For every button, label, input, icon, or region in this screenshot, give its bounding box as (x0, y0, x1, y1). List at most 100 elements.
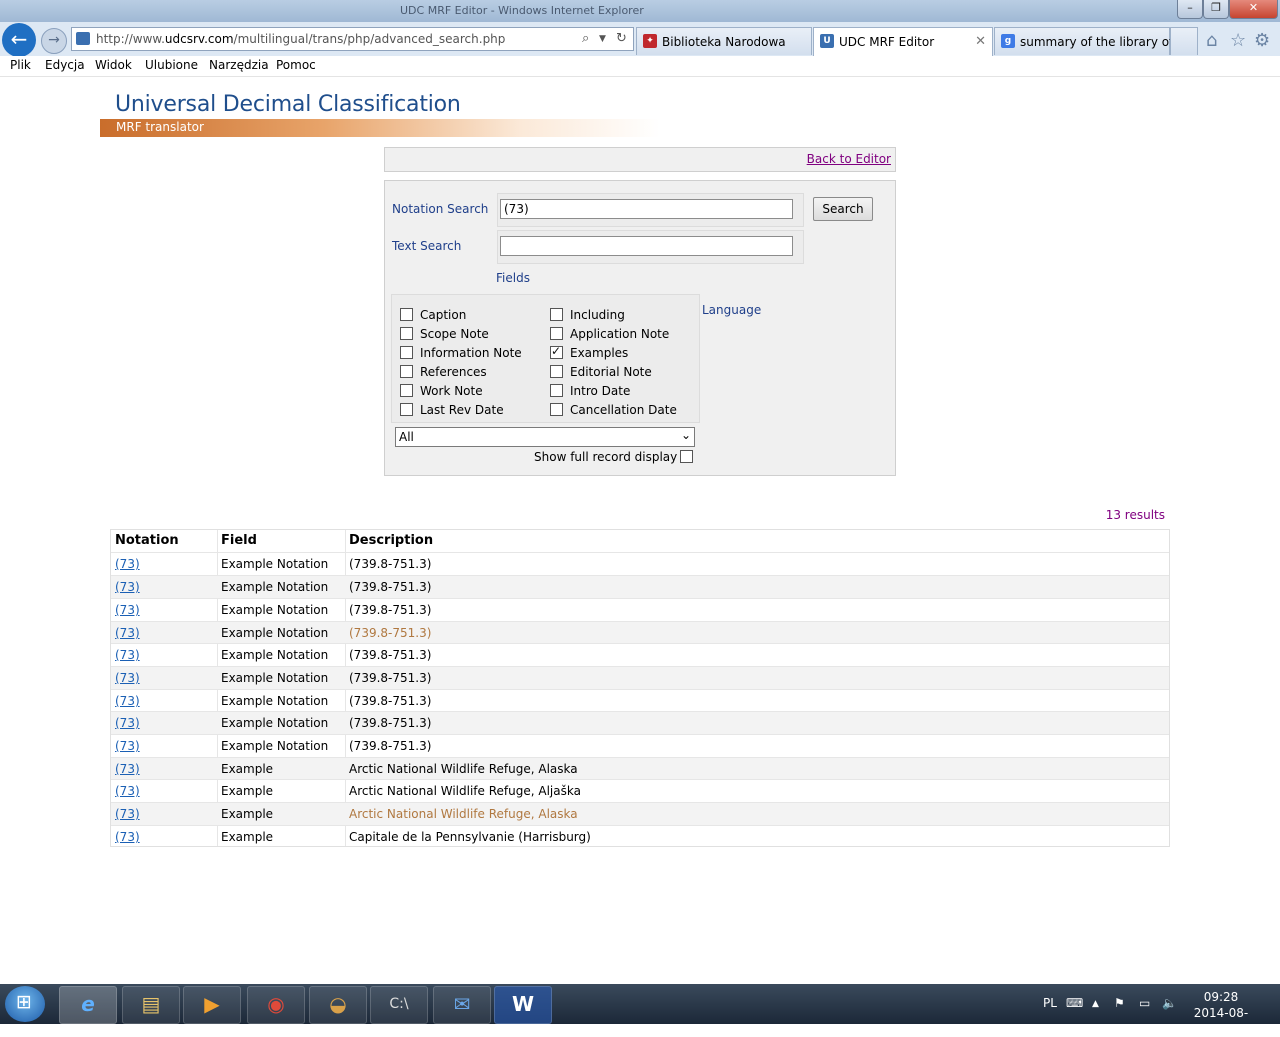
menu-narzedzia[interactable]: Narzędzia (209, 58, 269, 72)
cancellation-date-checkbox[interactable] (550, 403, 563, 416)
forward-button[interactable]: → (41, 28, 67, 54)
intro-date-checkbox[interactable] (550, 384, 563, 397)
menu-pomoc[interactable]: Pomoc (276, 58, 316, 72)
description-cell: (739.8-751.3) (349, 671, 432, 685)
header-description[interactable]: Description (349, 533, 433, 548)
action-center-flag-icon[interactable]: ⚑ (1114, 996, 1125, 1010)
back-button[interactable]: ← (2, 23, 36, 57)
dropdown-icon[interactable]: ▼ (599, 34, 606, 44)
refresh-icon[interactable]: ↻ (616, 31, 627, 46)
editorial-note-checkbox[interactable] (550, 365, 563, 378)
description-cell: (739.8-751.3) (349, 716, 432, 730)
text-search-label: Text Search (392, 239, 462, 253)
notation-link[interactable]: (73) (115, 762, 140, 776)
notation-search-input[interactable] (500, 199, 793, 219)
information-note-checkbox[interactable] (400, 346, 413, 359)
new-tab-button[interactable] (1170, 27, 1198, 55)
internet-explorer-icon[interactable]: e (59, 986, 117, 1024)
notation-link[interactable]: (73) (115, 694, 140, 708)
menu-widok[interactable]: Widok (95, 58, 132, 72)
close-window-button[interactable]: ✕ (1229, 0, 1278, 19)
tab-google-search[interactable]: g summary of the library of ... (994, 27, 1189, 55)
field-cell: Example (221, 762, 274, 776)
chrome-icon[interactable]: ◉ (247, 986, 305, 1024)
site-subtitle: MRF translator (116, 120, 204, 134)
thunderbird-icon[interactable]: ✉ (433, 986, 491, 1024)
description-cell: (739.8-751.3) (349, 626, 432, 640)
application-note-checkbox-label: Application Note (570, 327, 670, 341)
notation-link[interactable]: (73) (115, 648, 140, 662)
editorial-note-checkbox-label: Editorial Note (570, 365, 652, 379)
application-note-checkbox[interactable] (550, 327, 563, 340)
table-row: (73) Example Notation (739.8-751.3) (111, 734, 1169, 757)
notation-link[interactable]: (73) (115, 807, 140, 821)
field-cell: Example Notation (221, 626, 329, 640)
description-cell: Capitale de la Pennsylvanie (Harrisburg) (349, 830, 591, 844)
word-icon[interactable]: W (494, 986, 552, 1024)
search-icon[interactable]: ⌕ (582, 31, 589, 46)
navigation-bar: ← → http://www.udcsrv.com/multilingual/t… (0, 22, 1280, 57)
taskbar: e ▤ ▶ ◉ ◒ C:\ ✉ W PL ⌨ ▲ ⚑ ▭ 🔈 09:28 201… (0, 984, 1280, 1036)
menu-bar: Plik Edycja Widok Ulubione Narzędzia Pom… (0, 56, 1280, 77)
address-bar[interactable]: http://www.udcsrv.com/multilingual/trans… (71, 27, 634, 51)
language-indicator[interactable]: PL (1043, 996, 1057, 1010)
caption-checkbox-label: Caption (420, 308, 467, 322)
favorites-star-icon[interactable]: ☆ (1230, 30, 1246, 51)
notation-link[interactable]: (73) (115, 580, 140, 594)
scope-note-checkbox[interactable] (400, 327, 413, 340)
tools-gear-icon[interactable]: ⚙ (1254, 30, 1270, 51)
address-url[interactable]: http://www.udcsrv.com/multilingual/trans… (96, 32, 505, 46)
google-icon: g (1001, 34, 1015, 48)
work-note-checkbox[interactable] (400, 384, 413, 397)
chevron-down-icon: ⌄ (680, 428, 691, 442)
last-rev-date-checkbox[interactable] (400, 403, 413, 416)
minimize-button[interactable]: – (1177, 0, 1203, 19)
examples-checkbox[interactable] (550, 344, 563, 359)
system-clock[interactable]: 09:28 2014-08-29 (1190, 989, 1252, 1037)
table-row: (73) Example Arctic National Wildlife Re… (111, 779, 1169, 802)
close-tab-icon[interactable]: ✕ (975, 34, 986, 49)
notation-link[interactable]: (73) (115, 557, 140, 571)
header-field[interactable]: Field (221, 533, 257, 548)
network-icon[interactable]: ▭ (1139, 996, 1150, 1010)
notation-search-label: Notation Search (392, 202, 489, 216)
table-row: (73) Example Arctic National Wildlife Re… (111, 802, 1169, 825)
home-icon[interactable]: ⌂ (1206, 30, 1217, 51)
command-prompt-icon[interactable]: C:\ (370, 986, 428, 1024)
menu-ulubione[interactable]: Ulubione (145, 58, 198, 72)
tab-biblioteka-narodowa[interactable]: ✦ Biblioteka Narodowa (636, 27, 812, 55)
text-search-cell (497, 230, 804, 264)
site-title: Universal Decimal Classification (115, 92, 461, 117)
language-select[interactable]: All ⌄ (395, 427, 695, 447)
volume-icon[interactable]: 🔈 (1162, 996, 1177, 1010)
full-record-checkbox[interactable] (680, 450, 693, 463)
notation-link[interactable]: (73) (115, 603, 140, 617)
header-notation[interactable]: Notation (115, 533, 179, 548)
notation-link[interactable]: (73) (115, 739, 140, 753)
keyboard-icon[interactable]: ⌨ (1066, 996, 1083, 1010)
menu-edycja[interactable]: Edycja (45, 58, 85, 72)
menu-plik[interactable]: Plik (10, 58, 31, 72)
search-button[interactable]: Search (813, 197, 873, 221)
burger-app-icon[interactable]: ◒ (309, 986, 367, 1024)
table-row: (73) Example Notation (739.8-751.3) (111, 621, 1169, 644)
notation-link[interactable]: (73) (115, 671, 140, 685)
maximize-button[interactable]: ❐ (1203, 0, 1229, 19)
examples-checkbox-label: Examples (570, 346, 629, 360)
references-checkbox[interactable] (400, 365, 413, 378)
show-hidden-icons-icon[interactable]: ▲ (1092, 999, 1099, 1009)
description-cell: Arctic National Wildlife Refuge, Aljaška (349, 784, 581, 798)
notation-link[interactable]: (73) (115, 716, 140, 730)
back-to-editor-link[interactable]: Back to Editor (807, 152, 891, 166)
caption-checkbox[interactable] (400, 308, 413, 321)
tab-udc-mrf-editor[interactable]: U UDC MRF Editor ✕ (813, 27, 993, 56)
udc-icon: U (820, 34, 834, 48)
start-button[interactable] (5, 986, 45, 1022)
including-checkbox[interactable] (550, 308, 563, 321)
notation-link[interactable]: (73) (115, 830, 140, 844)
notation-link[interactable]: (73) (115, 626, 140, 640)
text-search-input[interactable] (500, 236, 793, 256)
notation-link[interactable]: (73) (115, 784, 140, 798)
file-explorer-icon[interactable]: ▤ (122, 986, 180, 1024)
media-player-icon[interactable]: ▶ (183, 986, 241, 1024)
